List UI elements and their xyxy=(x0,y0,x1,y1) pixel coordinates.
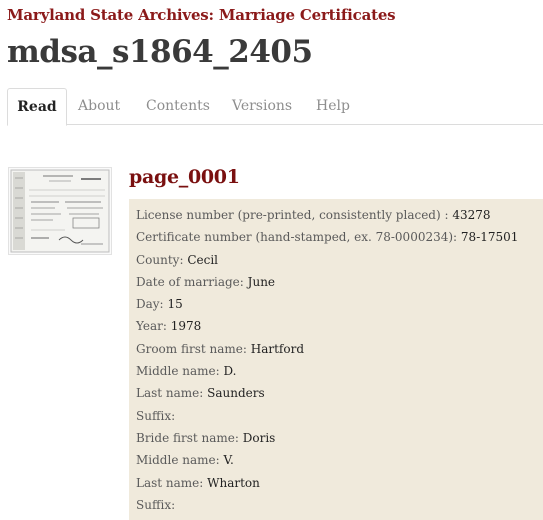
field-label: Last name: xyxy=(136,475,204,490)
field-label: Middle name: xyxy=(136,364,220,379)
field-label: License number (pre-printed, consistentl… xyxy=(136,208,449,222)
tab-about[interactable]: About xyxy=(78,88,120,124)
field-row: Bride first name: Doris xyxy=(136,427,543,449)
field-row: County: Cecil xyxy=(136,249,543,271)
field-label: Groom first name: xyxy=(136,341,247,356)
field-value: 78-17501 xyxy=(460,230,519,245)
field-value: Doris xyxy=(242,430,276,445)
field-row: Date of marriage: June xyxy=(136,271,543,293)
field-label: Suffix: xyxy=(136,497,176,512)
field-row: Middle name: D. xyxy=(136,360,543,382)
field-label: Bride first name: xyxy=(136,430,239,445)
field-value: V. xyxy=(223,453,234,468)
field-row: Last name: Wharton xyxy=(136,472,543,494)
tab-bar: Read About Contents Versions Help xyxy=(7,88,543,126)
field-label: Middle name: xyxy=(136,453,220,468)
field-label: Certificate number (hand-stamped, ex. 78… xyxy=(136,230,458,245)
field-row: License number (pre-printed, consistentl… xyxy=(136,204,543,226)
field-row: Certificate number (hand-stamped, ex. 78… xyxy=(136,226,543,248)
field-row: Groom first name: Hartford xyxy=(136,338,543,360)
certificate-thumbnail-image xyxy=(10,169,110,253)
field-value: 43278 xyxy=(452,208,491,222)
field-value: Cecil xyxy=(187,252,219,267)
field-row: Year: 1978 xyxy=(136,315,543,337)
field-label: County: xyxy=(136,252,184,267)
field-value: Wharton xyxy=(207,475,260,490)
page-thumbnail[interactable] xyxy=(8,167,112,255)
page-link[interactable]: page_0001 xyxy=(129,166,240,188)
field-row: Suffix: xyxy=(136,494,543,516)
field-row: Last name: Saunders xyxy=(136,382,543,404)
collection-link[interactable]: Maryland State Archives: Marriage Certif… xyxy=(7,6,396,24)
field-row: Day: 15 xyxy=(136,293,543,315)
tab-contents[interactable]: Contents xyxy=(146,88,210,124)
field-label: Date of marriage: xyxy=(136,274,244,289)
field-label: Year: xyxy=(136,319,167,334)
field-value: Saunders xyxy=(207,386,265,401)
field-row: Middle name: V. xyxy=(136,449,543,471)
page-title: mdsa_s1864_2405 xyxy=(7,34,313,70)
tab-read[interactable]: Read xyxy=(7,88,67,126)
tab-help[interactable]: Help xyxy=(316,88,350,124)
field-label: Last name: xyxy=(136,386,204,401)
field-value: D. xyxy=(223,364,237,379)
transcription-fields: License number (pre-printed, consistentl… xyxy=(129,199,543,520)
field-value: Hartford xyxy=(250,341,304,356)
field-label: Day: xyxy=(136,297,164,312)
field-value: June xyxy=(247,274,276,289)
field-row: Suffix: xyxy=(136,405,543,427)
field-value: 15 xyxy=(167,297,183,312)
tab-versions[interactable]: Versions xyxy=(232,88,292,124)
field-value: 1978 xyxy=(170,319,202,334)
field-label: Suffix: xyxy=(136,408,176,423)
